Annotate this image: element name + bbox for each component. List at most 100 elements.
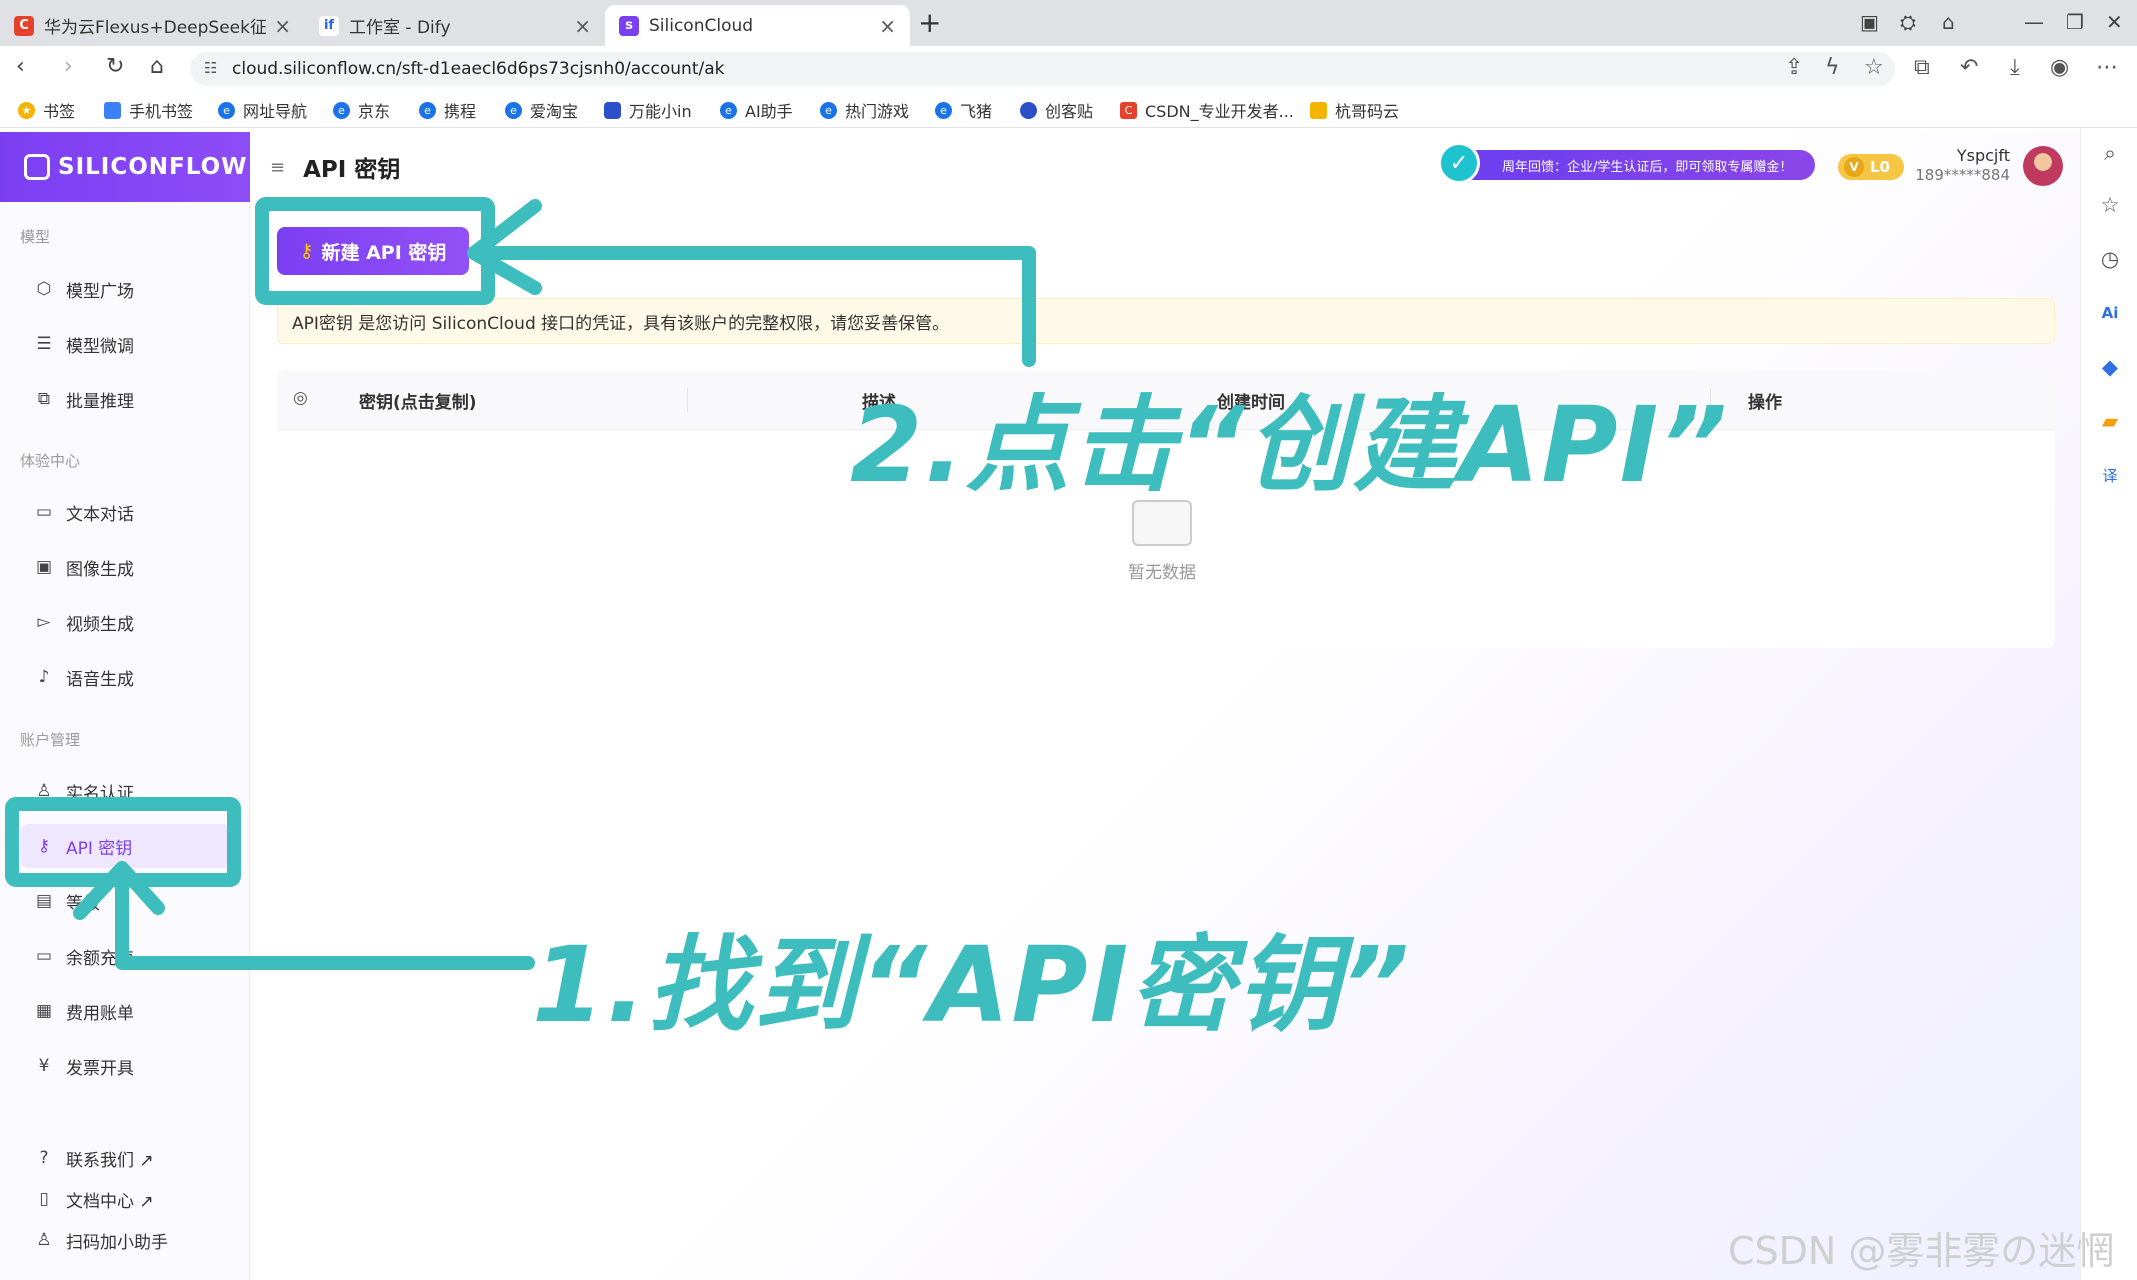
- new-tab-icon[interactable]: +: [918, 6, 941, 39]
- cube-icon: ⬡: [36, 279, 52, 299]
- bookmark-item[interactable]: 手机书签: [104, 98, 193, 122]
- csdn-favicon-icon: C: [14, 15, 34, 36]
- close-tab-icon[interactable]: ×: [574, 14, 591, 38]
- folder-icon: [1310, 101, 1327, 119]
- e-browser-icon: e: [505, 101, 522, 119]
- bookmark-item[interactable]: 万能小in: [604, 98, 692, 122]
- level-badge[interactable]: V L0: [1838, 154, 1904, 180]
- bookmark-item[interactable]: e 京东: [333, 98, 390, 122]
- extensions-icon[interactable]: ⧉: [1914, 55, 1930, 80]
- menu-collapse-icon[interactable]: ≡: [270, 157, 285, 178]
- sidebar-link-assistant[interactable]: ♙ 扫码加小助手: [20, 1222, 230, 1258]
- sidebar-item-recharge[interactable]: ▭ 余额充值: [20, 934, 230, 978]
- sidebar-item-fine-tune[interactable]: ☰ 模型微调: [20, 322, 230, 366]
- section-title: 体验中心: [20, 452, 81, 470]
- empty-state-text: 暂无数据: [1128, 563, 1196, 583]
- bookmark-item[interactable]: e 网址导航: [218, 98, 307, 122]
- forward-icon[interactable]: ›: [64, 54, 73, 79]
- sidebar-item-batch[interactable]: ⧉ 批量推理: [20, 377, 230, 421]
- browser-tab-active[interactable]: s SiliconCloud ×: [605, 5, 910, 46]
- bookmarks-bar: ★ 书签 手机书签 e 网址导航 e 京东 e 携程 e 爱淘宝 万能小in e AI助手 …: [0, 92, 2137, 128]
- user-check-icon: ♙: [36, 781, 52, 801]
- tab-list-icon[interactable]: ▣: [1860, 10, 1879, 34]
- sidebar-item-text-chat[interactable]: ▭ 文本对话: [20, 490, 230, 534]
- bookmark-item[interactable]: 杭哥码云: [1310, 98, 1399, 122]
- close-tab-icon[interactable]: ×: [879, 14, 896, 38]
- sidebar-item-video-gen[interactable]: ▻ 视频生成: [20, 600, 230, 644]
- sidebar-link-contact[interactable]: ? 联系我们 ↗: [20, 1140, 230, 1176]
- copy-icon: ⧉: [37, 389, 51, 409]
- sidebar-item-level[interactable]: ▤ 等级: [20, 879, 230, 923]
- back-icon[interactable]: ‹: [16, 54, 25, 79]
- url-field[interactable]: ☷ cloud.siliconflow.cn/sft-d1eaecl6d6ps7…: [190, 52, 1895, 86]
- siliconcloud-favicon-icon: s: [619, 15, 639, 36]
- bookmark-item[interactable]: ★ 书签: [18, 98, 75, 122]
- invoice-icon: ¥: [38, 1056, 50, 1076]
- reload-icon[interactable]: ↻: [106, 54, 124, 79]
- bookmark-item[interactable]: 创客贴: [1020, 98, 1093, 122]
- bill-icon: ▦: [35, 1001, 53, 1021]
- close-tab-icon[interactable]: ×: [274, 14, 291, 38]
- home-icon[interactable]: ⌂: [150, 54, 164, 79]
- share-icon[interactable]: ⇪: [1785, 55, 1803, 80]
- csdn-icon: C: [1120, 101, 1137, 119]
- column-divider: [687, 388, 688, 412]
- briefcase-icon[interactable]: ▰: [2097, 408, 2123, 434]
- sliders-icon: ☰: [36, 334, 52, 354]
- window-close-icon[interactable]: ✕: [2106, 10, 2123, 34]
- person-icon: ♙: [36, 1230, 52, 1250]
- new-api-key-button[interactable]: ⚷ 新建 API 密钥: [277, 227, 469, 275]
- image-icon: ▣: [35, 557, 53, 577]
- app-root: SILICONFLOW 模型 ⬡ 模型广场 ☰ 模型微调 ⧉ 批量推理 体验中心 ▭ 文…: [0, 132, 2080, 1280]
- bookmark-item[interactable]: e AI助手: [720, 98, 793, 122]
- history-icon[interactable]: ◷: [2097, 246, 2123, 272]
- download-icon[interactable]: ⤓: [2010, 55, 2020, 80]
- help-icon: ?: [39, 1148, 49, 1168]
- ai-icon[interactable]: Ai: [2097, 300, 2123, 326]
- phone-icon: [104, 101, 121, 119]
- browser-tab-bar: C 华为云Flexus+DeepSeek征文 | 自 × if 工作室 - Di…: [0, 0, 2137, 46]
- more-icon[interactable]: ⋯: [2096, 55, 2118, 80]
- eye-slash-icon[interactable]: ◎: [293, 388, 308, 408]
- e-browser-icon: e: [419, 101, 436, 119]
- sidebar-item-invoice[interactable]: ¥ 发票开具: [20, 1044, 230, 1088]
- profile-icon[interactable]: ◉: [2050, 55, 2069, 80]
- translate-icon[interactable]: 译: [2097, 462, 2123, 488]
- address-bar-row: ‹ › ↻ ⌂ ☷ cloud.siliconflow.cn/sft-d1eae…: [0, 46, 2137, 92]
- extension-icon[interactable]: ⌂: [1942, 10, 1955, 34]
- e-browser-icon: e: [333, 101, 350, 119]
- bookmark-item[interactable]: C CSDN_专业开发者...: [1120, 98, 1294, 122]
- sidebar-item-image-gen[interactable]: ▣ 图像生成: [20, 545, 230, 589]
- restore-icon[interactable]: ❐: [2066, 10, 2084, 34]
- bookmark-star-icon[interactable]: ☆: [1864, 55, 1884, 80]
- lightning-icon[interactable]: ϟ: [1825, 55, 1840, 80]
- sidebar-item-voice-gen[interactable]: ♪ 语音生成: [20, 655, 230, 699]
- star-icon: ★: [18, 101, 35, 119]
- bookmark-item[interactable]: e 飞猪: [935, 98, 992, 122]
- browser-tab[interactable]: if 工作室 - Dify ×: [305, 5, 605, 46]
- bookmark-item[interactable]: e 携程: [419, 98, 476, 122]
- browser-tab[interactable]: C 华为云Flexus+DeepSeek征文 | 自 ×: [0, 5, 305, 46]
- undo-icon[interactable]: ↶: [1960, 55, 1978, 80]
- bookmark-item[interactable]: e 爱淘宝: [505, 98, 578, 122]
- incognito-icon[interactable]: ⛭: [1900, 10, 1916, 34]
- minimize-icon[interactable]: —: [2024, 10, 2044, 34]
- sidebar-item-bills[interactable]: ▦ 费用账单: [20, 989, 230, 1033]
- column-header-actions: 操作: [1748, 393, 1782, 413]
- sidebar-item-verify[interactable]: ♙ 实名认证: [20, 769, 230, 813]
- bookmark-item[interactable]: e 热门游戏: [820, 98, 909, 122]
- avatar[interactable]: [2023, 146, 2063, 186]
- api-key-notice: API密钥 是您访问 SiliconCloud 接口的凭证，具有该账户的完整权限…: [277, 298, 2055, 344]
- sidebar-link-docs[interactable]: ▯ 文档中心 ↗: [20, 1181, 230, 1217]
- brand-logo[interactable]: SILICONFLOW: [0, 132, 250, 202]
- site-info-icon[interactable]: ☷: [204, 59, 217, 77]
- favorites-icon[interactable]: ☆: [2097, 192, 2123, 218]
- sidebar-item-api-key[interactable]: ⚷ API 密钥: [20, 824, 230, 868]
- search-icon[interactable]: ⌕: [2097, 140, 2123, 166]
- card-icon: ▭: [35, 946, 53, 966]
- sidebar-item-model-square[interactable]: ⬡ 模型广场: [20, 267, 230, 311]
- book-icon: ▯: [39, 1189, 49, 1209]
- game-icon[interactable]: ◆: [2097, 354, 2123, 380]
- promo-banner[interactable]: ✓ 周年回馈：企业/学生认证后，即可领取专属赠金！: [1438, 142, 1815, 184]
- shield-check-icon: ✓: [1438, 142, 1480, 184]
